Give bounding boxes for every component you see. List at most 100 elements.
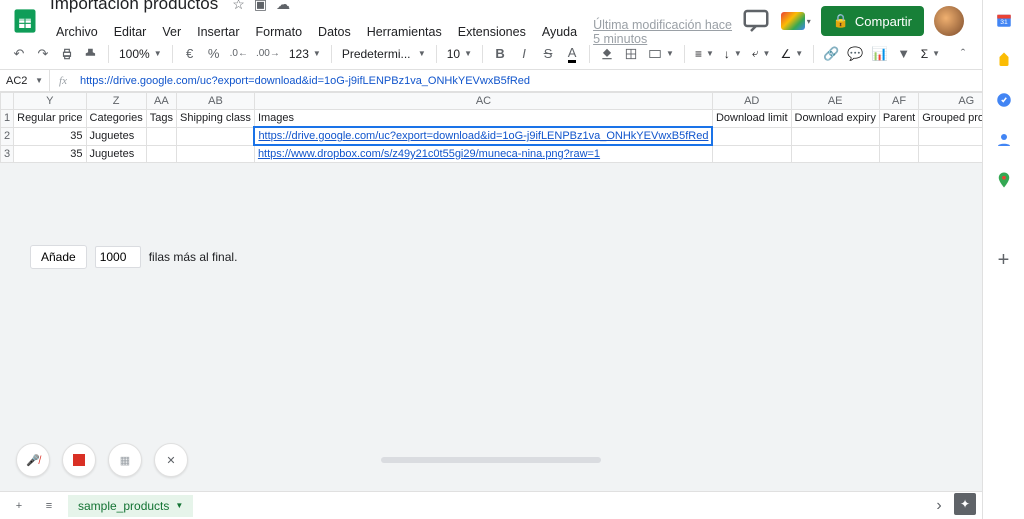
functions-select[interactable]: Σ▼ bbox=[917, 47, 944, 61]
cell[interactable] bbox=[146, 127, 176, 145]
add-sheet-icon[interactable]: + bbox=[8, 495, 30, 517]
strike-icon[interactable]: S bbox=[537, 43, 559, 65]
cell[interactable]: Parent bbox=[879, 110, 918, 128]
keep-icon[interactable] bbox=[994, 50, 1014, 70]
cell[interactable] bbox=[712, 145, 791, 163]
dec-more-icon[interactable]: .00→ bbox=[253, 43, 283, 65]
calendar-icon[interactable]: 31 bbox=[994, 10, 1014, 30]
share-button[interactable]: 🔒 Compartir bbox=[821, 6, 924, 36]
add-rows-input[interactable] bbox=[95, 246, 141, 268]
star-icon[interactable]: ☆ bbox=[232, 0, 245, 12]
cell[interactable]: Grouped products bbox=[919, 110, 982, 128]
fontsize-select[interactable]: 10▼ bbox=[443, 47, 476, 61]
dec-less-icon[interactable]: .0← bbox=[227, 43, 251, 65]
col-header[interactable]: AG bbox=[919, 93, 982, 110]
cell[interactable] bbox=[879, 127, 918, 145]
cell[interactable]: 35 bbox=[14, 127, 86, 145]
cell[interactable]: https://www.dropbox.com/s/z49y21c0t55gi2… bbox=[254, 145, 712, 163]
col-header[interactable]: Y bbox=[14, 93, 86, 110]
cell[interactable] bbox=[879, 145, 918, 163]
account-avatar[interactable] bbox=[934, 6, 964, 36]
font-select[interactable]: Predetermi...▼ bbox=[338, 47, 430, 61]
cell[interactable]: 35 bbox=[14, 145, 86, 163]
add-rows-button[interactable]: Añade bbox=[30, 245, 87, 269]
bold-icon[interactable]: B bbox=[489, 43, 511, 65]
cell[interactable]: Download limit bbox=[712, 110, 791, 128]
contacts-icon[interactable] bbox=[994, 130, 1014, 150]
sheet-menu-icon[interactable]: ▼ bbox=[175, 501, 183, 510]
col-header[interactable]: AB bbox=[177, 93, 255, 110]
undo-icon[interactable]: ↶ bbox=[8, 43, 30, 65]
all-sheets-icon[interactable]: ≡ bbox=[38, 495, 60, 517]
grid[interactable]: Y Z AA AB AC AD AE AF AG 1 Regular price… bbox=[0, 92, 982, 491]
cell[interactable] bbox=[712, 127, 791, 145]
cell[interactable]: Juguetes bbox=[86, 145, 146, 163]
currency-icon[interactable]: € bbox=[179, 43, 201, 65]
stop-record-icon[interactable] bbox=[62, 443, 96, 477]
italic-icon[interactable]: I bbox=[513, 43, 535, 65]
numfmt-select[interactable]: 123▼ bbox=[285, 47, 325, 61]
sheet-tab[interactable]: sample_products ▼ bbox=[68, 495, 193, 517]
col-header[interactable]: AA bbox=[146, 93, 176, 110]
cell-selected[interactable]: https://drive.google.com/uc?export=downl… bbox=[254, 127, 712, 145]
comment-icon[interactable]: 💬 bbox=[844, 43, 866, 65]
explore-icon[interactable]: ✦ bbox=[954, 493, 976, 515]
valign-select[interactable]: ↓▼ bbox=[720, 47, 746, 61]
sheet-nav-icon[interactable]: › bbox=[928, 495, 950, 517]
toolbar-expand-icon[interactable]: ˆ bbox=[952, 43, 974, 65]
cell[interactable] bbox=[919, 127, 982, 145]
mic-off-icon[interactable]: 🎤̸ bbox=[16, 443, 50, 477]
cell[interactable]: Regular price bbox=[14, 110, 86, 128]
cell[interactable]: Images bbox=[254, 110, 712, 128]
cell[interactable]: Juguetes bbox=[86, 127, 146, 145]
formula-input[interactable] bbox=[76, 70, 982, 91]
comments-icon[interactable] bbox=[741, 6, 771, 36]
cell[interactable]: Tags bbox=[146, 110, 176, 128]
row-header[interactable]: 3 bbox=[1, 145, 14, 163]
textcolor-icon[interactable]: A bbox=[561, 43, 583, 65]
wrap-select[interactable]: ⤶▼ bbox=[748, 46, 775, 61]
print-icon[interactable] bbox=[56, 43, 78, 65]
tasks-icon[interactable] bbox=[994, 90, 1014, 110]
redo-icon[interactable]: ↷ bbox=[32, 43, 54, 65]
sheets-logo[interactable] bbox=[8, 4, 42, 38]
halign-select[interactable]: ≡▼ bbox=[691, 47, 718, 61]
zoom-select[interactable]: 100%▼ bbox=[115, 47, 166, 61]
merge-select[interactable]: ▼ bbox=[644, 47, 678, 61]
rotate-select[interactable]: ∠▼ bbox=[776, 47, 807, 61]
addons-icon[interactable]: + bbox=[994, 250, 1014, 270]
col-header[interactable]: AE bbox=[791, 93, 879, 110]
select-all-corner[interactable] bbox=[1, 93, 14, 110]
cloud-icon[interactable]: ☁ bbox=[276, 0, 290, 12]
move-icon[interactable]: ▣ bbox=[254, 0, 267, 12]
col-header[interactable]: AD bbox=[712, 93, 791, 110]
cell[interactable] bbox=[177, 127, 255, 145]
horizontal-scrollbar[interactable] bbox=[381, 457, 601, 463]
col-header[interactable]: AC bbox=[254, 93, 712, 110]
cell[interactable] bbox=[177, 145, 255, 163]
cell[interactable]: Categories bbox=[86, 110, 146, 128]
chart-icon[interactable]: 📊 bbox=[869, 43, 891, 65]
percent-icon[interactable]: % bbox=[203, 43, 225, 65]
cell[interactable] bbox=[791, 127, 879, 145]
filter-icon[interactable]: ▼ bbox=[893, 43, 915, 65]
doc-title[interactable]: Importación productos bbox=[50, 0, 218, 14]
cell[interactable] bbox=[146, 145, 176, 163]
name-box[interactable]: AC2▼ bbox=[0, 70, 50, 91]
cell[interactable]: Shipping class bbox=[177, 110, 255, 128]
cell[interactable] bbox=[919, 145, 982, 163]
paint-icon[interactable] bbox=[80, 43, 102, 65]
col-header[interactable]: Z bbox=[86, 93, 146, 110]
borders-icon[interactable] bbox=[620, 43, 642, 65]
row-header[interactable]: 1 bbox=[1, 110, 14, 128]
cell[interactable]: Download expiry bbox=[791, 110, 879, 128]
cell[interactable] bbox=[791, 145, 879, 163]
grid-icon[interactable]: ▦ bbox=[108, 443, 142, 477]
close-icon[interactable]: ✕ bbox=[154, 443, 188, 477]
col-header[interactable]: AF bbox=[879, 93, 918, 110]
maps-icon[interactable] bbox=[994, 170, 1014, 190]
link-icon[interactable]: 🔗 bbox=[820, 43, 842, 65]
row-header[interactable]: 2 bbox=[1, 127, 14, 145]
fillcolor-icon[interactable] bbox=[596, 43, 618, 65]
meet-icon[interactable]: ▾ bbox=[781, 6, 811, 36]
